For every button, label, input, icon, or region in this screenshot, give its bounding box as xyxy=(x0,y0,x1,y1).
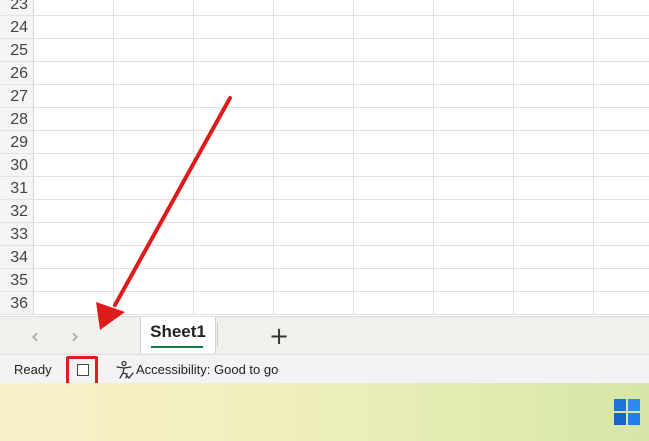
table-row[interactable] xyxy=(34,154,649,177)
row-header[interactable]: 32 xyxy=(0,200,33,223)
row-headers: 23 24 25 26 27 28 29 30 31 32 33 34 35 3… xyxy=(0,0,34,315)
row-header[interactable]: 28 xyxy=(0,108,33,131)
row-header[interactable]: 25 xyxy=(0,39,33,62)
table-row[interactable] xyxy=(34,16,649,39)
cell-area[interactable] xyxy=(34,0,649,315)
table-row[interactable] xyxy=(34,0,649,16)
table-row[interactable] xyxy=(34,131,649,154)
sheet-tab-label: Sheet1 xyxy=(150,322,206,341)
table-row[interactable] xyxy=(34,85,649,108)
add-sheet-button[interactable]: + xyxy=(266,322,292,350)
desktop-taskbar xyxy=(0,383,649,441)
row-header[interactable]: 35 xyxy=(0,269,33,292)
table-row[interactable] xyxy=(34,177,649,200)
next-sheet-arrow-icon[interactable]: › xyxy=(64,324,86,348)
windows-start-icon[interactable] xyxy=(613,398,641,426)
table-row[interactable] xyxy=(34,269,649,292)
row-header[interactable]: 31 xyxy=(0,177,33,200)
row-header[interactable]: 36 xyxy=(0,292,33,315)
row-header[interactable]: 29 xyxy=(0,131,33,154)
table-row[interactable] xyxy=(34,62,649,85)
table-row[interactable] xyxy=(34,200,649,223)
table-row[interactable] xyxy=(34,39,649,62)
row-header[interactable]: 30 xyxy=(0,154,33,177)
status-bar: Ready Accessibility: Good to go xyxy=(0,354,649,388)
table-row[interactable] xyxy=(34,246,649,269)
row-header[interactable]: 23 xyxy=(0,0,33,16)
active-sheet-indicator xyxy=(151,346,203,348)
row-header[interactable]: 27 xyxy=(0,85,33,108)
table-row[interactable] xyxy=(34,292,649,315)
table-row[interactable] xyxy=(34,108,649,131)
table-row[interactable] xyxy=(34,223,649,246)
accessibility-status[interactable]: Accessibility: Good to go xyxy=(136,362,278,377)
row-header[interactable]: 24 xyxy=(0,16,33,39)
row-header[interactable]: 26 xyxy=(0,62,33,85)
status-ready-text: Ready xyxy=(14,362,52,377)
row-header[interactable]: 33 xyxy=(0,223,33,246)
prev-sheet-arrow-icon[interactable]: ‹ xyxy=(24,324,46,348)
row-header[interactable]: 34 xyxy=(0,246,33,269)
worksheet-grid[interactable]: 23 24 25 26 27 28 29 30 31 32 33 34 35 3… xyxy=(0,0,649,316)
sheet-tab[interactable]: Sheet1 xyxy=(140,317,216,353)
accessibility-icon[interactable] xyxy=(114,360,134,380)
tab-divider xyxy=(217,323,218,347)
sheet-tab-bar: ‹ › Sheet1 + xyxy=(0,316,649,354)
macro-record-icon[interactable] xyxy=(77,364,89,376)
